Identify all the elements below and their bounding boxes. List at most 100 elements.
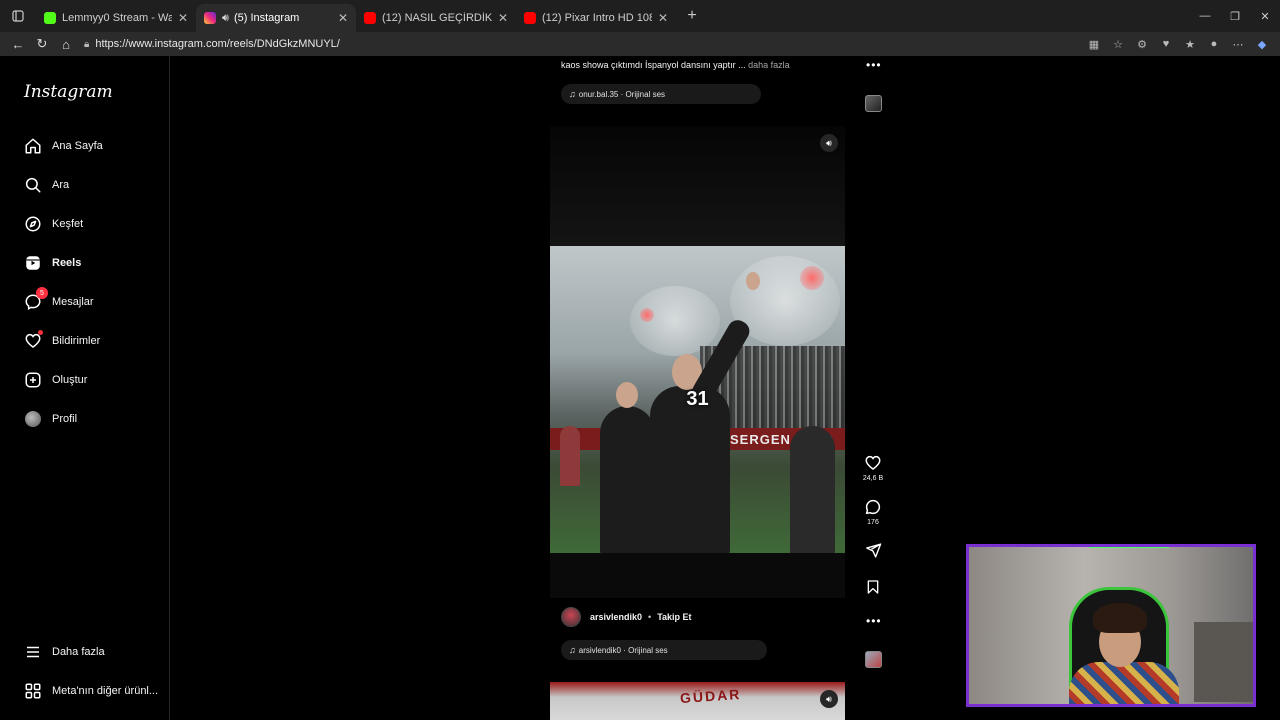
reel-video-letterbox-top — [550, 126, 845, 246]
close-window-icon[interactable]: ✕ — [1250, 10, 1280, 23]
next-reel-header: arsivlendik0 • Takip Et — [561, 607, 692, 627]
banner-text: GÜDAR — [679, 685, 742, 707]
tab-actions-icon[interactable] — [0, 0, 36, 32]
sidebar-item-label: Profil — [52, 413, 78, 425]
tab-close-icon[interactable]: ✕ — [178, 11, 188, 25]
sidebar-item-label: Ana Sayfa — [52, 140, 103, 152]
speaker-icon[interactable]: 🔊︎ — [222, 12, 229, 25]
lock-icon[interactable]: 🔒︎ — [84, 39, 89, 50]
tab-title: Lemmyy0 Stream - Watch Live on — [62, 12, 172, 24]
share-button[interactable] — [860, 542, 886, 559]
sidebar-item-label: Keşfet — [52, 218, 84, 230]
browser-tab-bar: Lemmyy0 Stream - Watch Live on ✕ 🔊︎ (5) … — [0, 0, 1280, 32]
tab-youtube-pixar[interactable]: (12) Pixar Intro HD 1080p - YouTu ✕ — [516, 4, 676, 32]
comment-icon — [865, 499, 881, 515]
tab-close-icon[interactable]: ✕ — [338, 11, 348, 25]
performance-icon[interactable]: ♥ — [1154, 38, 1178, 50]
username-link[interactable]: arsivlendik0 — [590, 612, 642, 622]
sidebar-item-reels[interactable]: Reels — [22, 249, 170, 277]
person-image — [600, 406, 655, 553]
hand-image — [746, 272, 760, 290]
reels-icon — [22, 252, 44, 274]
sidebar-item-more[interactable]: Daha fazla — [22, 638, 170, 666]
sidebar-item-meta-products[interactable]: Meta'nın diğer ürünl... — [22, 677, 170, 705]
bookmark-icon — [867, 580, 879, 594]
reel-video-letterbox-bottom — [550, 553, 845, 598]
back-icon[interactable]: ← — [6, 32, 30, 56]
youtube-favicon-icon — [524, 12, 536, 24]
more-options-icon[interactable]: ••• — [866, 614, 882, 628]
next-reel-video[interactable]: GÜDAR — [550, 682, 845, 720]
settings-more-icon[interactable]: ⋯ — [1226, 38, 1250, 51]
tab-instagram[interactable]: 🔊︎ (5) Instagram ✕ — [196, 4, 356, 32]
audio-thumbnail[interactable] — [865, 651, 882, 668]
sound-icon[interactable]: 🔊︎ — [820, 134, 838, 152]
more-options-icon[interactable]: ••• — [866, 58, 882, 72]
avatar[interactable] — [561, 607, 581, 627]
heart-icon — [865, 455, 881, 470]
overlay-number: 31 — [686, 388, 709, 410]
address-bar-row: ← ↻ ⌂ 🔒︎ https://www.instagram.com/reels… — [0, 32, 1280, 56]
heart-icon — [22, 330, 44, 352]
favorites-icon[interactable]: ★ — [1178, 38, 1202, 51]
app-available-icon[interactable]: ▦ — [1082, 38, 1106, 51]
tab-title: (12) NASIL GEÇİRDİK AMA | Insta — [382, 12, 492, 24]
sidebar-item-messages[interactable]: 5 Mesajlar — [22, 287, 170, 316]
refresh-icon[interactable]: ↻ — [30, 32, 54, 56]
music-note-icon: ♫ — [569, 89, 576, 99]
caption-more-link[interactable]: daha fazla — [748, 60, 790, 70]
sidebar-item-home[interactable]: Ana Sayfa — [22, 132, 170, 160]
reel-caption[interactable]: kaos showa çıktımdı İspanyol dansını yap… — [561, 60, 790, 70]
audio-pill[interactable]: ♫ arsivlendik0 · Orijinal ses — [561, 640, 767, 660]
person-image — [650, 386, 730, 553]
sound-icon[interactable]: 🔊︎ — [820, 690, 838, 708]
sidebar-item-notifications[interactable]: Bildirimler — [22, 327, 170, 355]
person-image — [560, 426, 580, 486]
minimize-icon[interactable]: — — [1190, 10, 1220, 23]
compass-icon — [22, 213, 44, 235]
sidebar-item-label: Ara — [52, 179, 70, 191]
sidebar-item-explore[interactable]: Keşfet — [22, 210, 170, 238]
tab-close-icon[interactable]: ✕ — [658, 11, 668, 25]
search-icon — [22, 174, 44, 196]
url-text: https://www.instagram.com/reels/DNdGkzMN… — [95, 38, 340, 50]
url-field[interactable]: 🔒︎ https://www.instagram.com/reels/DNdGk… — [84, 38, 340, 50]
favorite-star-icon[interactable]: ☆ — [1106, 38, 1130, 51]
comment-button[interactable]: 176 — [860, 498, 886, 526]
sidebar-item-label: Oluştur — [52, 374, 88, 386]
instagram-logo[interactable]: Instagram — [24, 82, 113, 102]
sidebar-item-label: Reels — [52, 257, 82, 269]
new-tab-icon[interactable]: + — [680, 4, 704, 28]
like-count: 24,6 B — [862, 475, 884, 482]
tab-youtube-instagram-video[interactable]: (12) NASIL GEÇİRDİK AMA | Insta ✕ — [356, 4, 516, 32]
sidebar-item-profile[interactable]: Profil — [22, 405, 170, 433]
shelf-image — [1194, 622, 1253, 702]
extensions-icon[interactable]: ⚙ — [1130, 38, 1154, 51]
sidebar-item-create[interactable]: Oluştur — [22, 366, 170, 394]
audio-pill[interactable]: ♫ onur.bal.35 · Orijinal ses — [561, 84, 761, 104]
audio-thumbnail[interactable] — [865, 95, 882, 112]
sidebar-item-label: Mesajlar — [52, 296, 94, 308]
follow-button[interactable]: Takip Et — [657, 612, 691, 622]
tab-title: (5) Instagram — [233, 12, 300, 24]
tab-kick-stream[interactable]: Lemmyy0 Stream - Watch Live on ✕ — [36, 4, 196, 32]
avatar — [22, 408, 44, 430]
reel-video[interactable]: SERGEN YALÇ 31 — [550, 246, 845, 553]
meta-grid-icon — [22, 680, 44, 702]
restore-icon[interactable]: ❐ — [1220, 10, 1250, 23]
tab-title: (12) Pixar Intro HD 1080p - YouTu — [542, 12, 652, 24]
webcam-overlay — [966, 544, 1256, 707]
streamer-hair-image — [1093, 603, 1147, 633]
like-button[interactable]: 24,6 B — [860, 454, 886, 482]
profile-avatar-icon[interactable]: ● — [1202, 38, 1226, 50]
save-button[interactable] — [860, 579, 886, 595]
flare-image — [640, 308, 654, 322]
tab-close-icon[interactable]: ✕ — [498, 11, 508, 25]
menu-icon — [22, 641, 44, 663]
copilot-icon[interactable]: ◆ — [1250, 38, 1274, 51]
window-controls: — ❐ ✕ — [1190, 10, 1280, 23]
home-icon[interactable]: ⌂ — [54, 32, 78, 56]
sidebar-item-search[interactable]: Ara — [22, 171, 170, 199]
audio-label: onur.bal.35 · Orijinal ses — [578, 89, 666, 99]
messenger-icon: 5 — [22, 287, 48, 313]
